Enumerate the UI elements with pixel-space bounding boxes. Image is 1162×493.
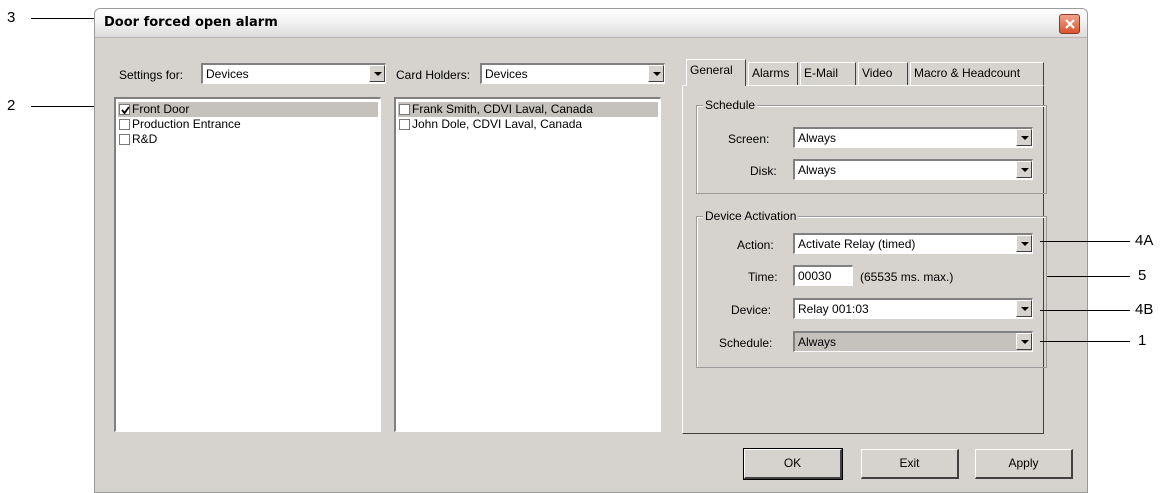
- device-value: Relay 001:03: [798, 302, 869, 316]
- settings-for-select[interactable]: Devices: [201, 63, 386, 84]
- chevron-down-icon[interactable]: [1016, 333, 1032, 350]
- action-select[interactable]: Activate Relay (timed): [793, 233, 1033, 254]
- list-item-rnd[interactable]: R&D: [118, 132, 378, 147]
- checkbox-john-dole[interactable]: [399, 119, 410, 130]
- chevron-down-icon[interactable]: [1016, 161, 1032, 178]
- chevron-down-icon[interactable]: [1016, 235, 1032, 252]
- list-item-label: John Dole, CDVI Laval, Canada: [412, 117, 583, 131]
- callout-4b: 4B: [1135, 301, 1154, 318]
- list-item-production-entrance[interactable]: Production Entrance: [118, 117, 378, 132]
- callout-5-line: [1047, 276, 1130, 277]
- chevron-down-icon[interactable]: [648, 65, 664, 82]
- list-item-label: R&D: [132, 132, 158, 146]
- schedule-group-title: Schedule: [703, 98, 758, 112]
- device-select[interactable]: Relay 001:03: [793, 298, 1033, 319]
- tab-general[interactable]: General: [686, 59, 746, 86]
- callout-5: 5: [1138, 267, 1147, 284]
- time-hint: (65535 ms. max.): [860, 270, 954, 284]
- list-item-front-door[interactable]: Front Door: [118, 102, 378, 117]
- checkbox-front-door[interactable]: [119, 104, 130, 115]
- callout-2: 2: [7, 97, 16, 114]
- schedule-group: Schedule: [696, 98, 1047, 194]
- checkbox-production-entrance[interactable]: [119, 119, 130, 130]
- callout-4a: 4A: [1135, 232, 1154, 249]
- window-title: Door forced open alarm: [104, 15, 278, 30]
- callout-3: 3: [7, 9, 16, 26]
- action-value: Activate Relay (timed): [798, 237, 916, 251]
- disk-schedule-select[interactable]: Always: [793, 159, 1033, 180]
- time-input[interactable]: 00030: [793, 265, 853, 286]
- apply-button[interactable]: Apply: [975, 449, 1073, 479]
- alarm-dialog: Door forced open alarm Settings for: Dev…: [94, 8, 1088, 493]
- time-value: 00030: [798, 269, 832, 283]
- chevron-down-icon[interactable]: [1016, 300, 1032, 317]
- time-label: Time:: [748, 270, 778, 284]
- tab-email[interactable]: E-Mail: [800, 62, 856, 85]
- card-holders-value: Devices: [485, 67, 528, 81]
- tab-alarms[interactable]: Alarms: [748, 62, 798, 85]
- tab-video[interactable]: Video: [858, 62, 908, 85]
- title-bar: Door forced open alarm: [95, 9, 1087, 38]
- checkbox-frank-smith[interactable]: [399, 104, 410, 115]
- close-button[interactable]: [1059, 14, 1080, 34]
- list-item-label: Frank Smith, CDVI Laval, Canada: [412, 102, 593, 116]
- card-holders-label: Card Holders:: [396, 68, 471, 82]
- list-item-frank-smith[interactable]: Frank Smith, CDVI Laval, Canada: [398, 102, 658, 117]
- action-label: Action:: [737, 238, 774, 252]
- disk-value: Always: [798, 163, 837, 177]
- chevron-down-icon[interactable]: [1016, 129, 1032, 146]
- activation-schedule-value: Always: [798, 335, 837, 349]
- devices-list[interactable]: Front Door Production Entrance R&D: [114, 97, 381, 432]
- check-icon: [121, 106, 130, 115]
- screen-label: Screen:: [728, 132, 770, 146]
- cardholders-list[interactable]: Frank Smith, CDVI Laval, Canada John Dol…: [394, 97, 661, 432]
- callout-1: 1: [1138, 332, 1147, 349]
- device-label: Device:: [731, 303, 772, 317]
- ok-button[interactable]: OK: [743, 448, 843, 480]
- activation-schedule-select[interactable]: Always: [793, 331, 1033, 352]
- callout-4b-line: [1040, 310, 1130, 311]
- disk-label: Disk:: [750, 164, 777, 178]
- card-holders-select[interactable]: Devices: [480, 63, 665, 84]
- callout-4a-line: [1040, 241, 1130, 242]
- list-item-john-dole[interactable]: John Dole, CDVI Laval, Canada: [398, 117, 658, 132]
- callout-3-line: [31, 18, 94, 19]
- screen-schedule-select[interactable]: Always: [793, 127, 1033, 148]
- settings-for-value: Devices: [206, 67, 249, 81]
- device-activation-title: Device Activation: [703, 209, 799, 223]
- checkbox-rnd[interactable]: [119, 134, 130, 145]
- settings-for-label: Settings for:: [119, 68, 184, 82]
- exit-button[interactable]: Exit: [861, 449, 959, 479]
- schedule-label: Schedule:: [719, 336, 773, 350]
- callout-1-line: [1040, 341, 1130, 342]
- list-item-label: Production Entrance: [132, 117, 241, 131]
- chevron-down-icon[interactable]: [369, 65, 385, 82]
- screen-value: Always: [798, 131, 837, 145]
- tab-macro-headcount[interactable]: Macro & Headcount: [910, 62, 1044, 85]
- list-item-label: Front Door: [132, 102, 190, 116]
